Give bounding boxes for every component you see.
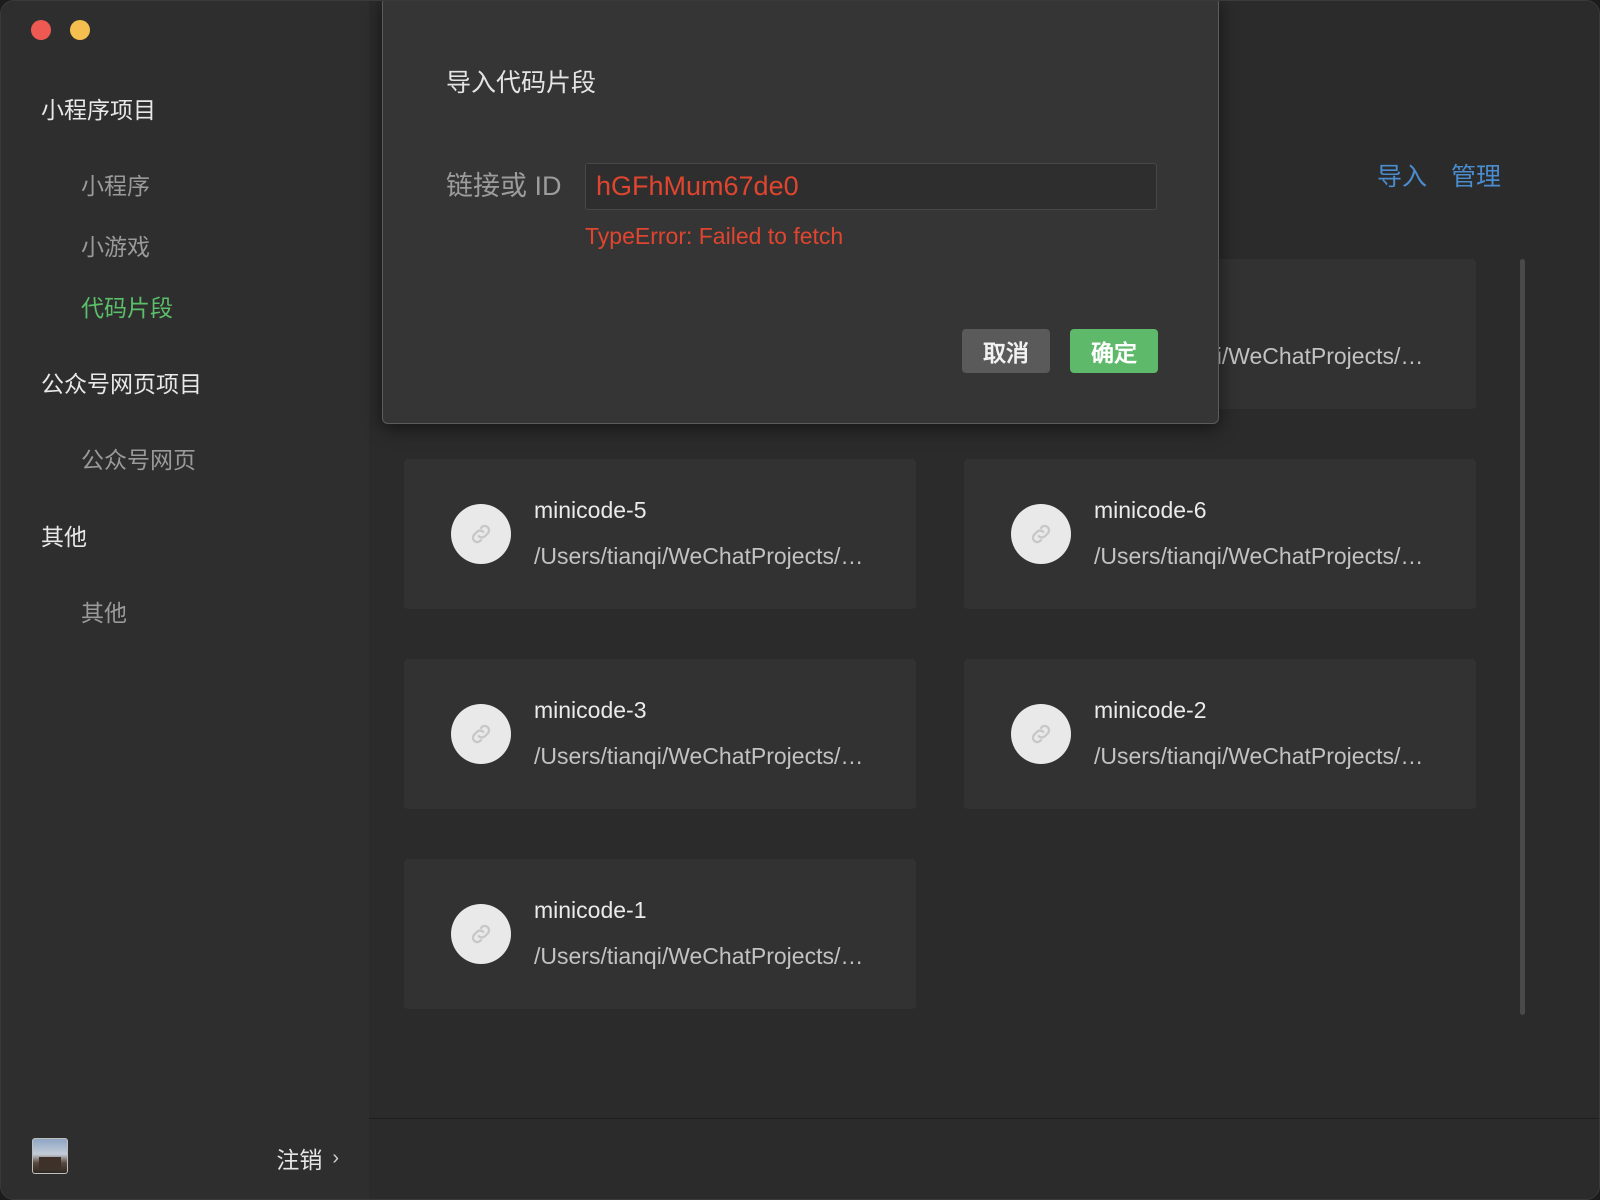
project-card[interactable]: minicode-1 /Users/tianqi/WeChatProjects/… (404, 859, 916, 1009)
section-title-other: 其他 (41, 524, 87, 550)
sidebar: 小程序项目 小程序 小游戏 代码片段 公众号网页项目 公众号网页 其他 其他 注… (1, 1, 369, 1199)
top-actions: 导入 管理 (1377, 157, 1501, 193)
sidebar-footer: 注销 › (1, 1117, 369, 1199)
sidebar-item-official-account-web[interactable]: 公众号网页 (81, 441, 196, 475)
minimize-window-icon[interactable] (70, 20, 90, 40)
logout-button[interactable]: 注销 › (276, 1141, 339, 1175)
project-path: /Users/tianqi/WeChatProjects/minicode-3 (534, 743, 874, 769)
import-snippet-dialog: 导入代码片段 链接或 ID TypeError: Failed to fetch… (382, 1, 1219, 424)
section-title-official-account: 公众号网页项目 (41, 371, 202, 397)
cancel-button[interactable]: 取消 (962, 329, 1050, 373)
manage-button[interactable]: 管理 (1451, 157, 1501, 193)
link-icon (1011, 704, 1071, 764)
project-card[interactable]: minicode-5 /Users/tianqi/WeChatProjects/… (404, 459, 916, 609)
import-button[interactable]: 导入 (1377, 157, 1427, 193)
sidebar-item-miniprogram[interactable]: 小程序 (81, 167, 150, 201)
link-or-id-input[interactable] (585, 163, 1157, 210)
project-path: /Users/tianqi/WeChatProjects/minicode-6 (1094, 543, 1434, 569)
dialog-title: 导入代码片段 (446, 69, 597, 97)
link-icon (451, 904, 511, 964)
project-path: /Users/tianqi/WeChatProjects/minicode-5 (534, 543, 874, 569)
project-path: /Users/tianqi/WeChatProjects/minicode-1 (534, 943, 874, 969)
sidebar-item-code-snippet[interactable]: 代码片段 (81, 289, 173, 323)
project-card[interactable]: minicode-2 /Users/tianqi/WeChatProjects/… (964, 659, 1476, 809)
project-name: minicode-1 (534, 897, 647, 923)
logout-label: 注销 (276, 1147, 323, 1173)
link-icon (451, 504, 511, 564)
avatar[interactable] (32, 1138, 68, 1174)
sidebar-item-minigame[interactable]: 小游戏 (81, 228, 150, 262)
project-card[interactable]: minicode-6 /Users/tianqi/WeChatProjects/… (964, 459, 1476, 609)
link-or-id-label: 链接或 ID (446, 171, 562, 201)
chevron-right-icon: › (332, 1146, 339, 1169)
confirm-button[interactable]: 确定 (1070, 329, 1158, 373)
error-message: TypeError: Failed to fetch (585, 223, 844, 249)
scrollbar[interactable] (1520, 259, 1525, 1015)
project-name: minicode-6 (1094, 497, 1207, 523)
sidebar-item-other[interactable]: 其他 (81, 594, 127, 628)
section-title-miniprogram: 小程序项目 (41, 97, 156, 123)
project-path: /Users/tianqi/WeChatProjects/minicode-2 (1094, 743, 1434, 769)
link-icon (451, 704, 511, 764)
close-window-icon[interactable] (31, 20, 51, 40)
main-footer (369, 1118, 1599, 1199)
project-name: minicode-3 (534, 697, 647, 723)
project-name: minicode-5 (534, 497, 647, 523)
project-card[interactable]: minicode-3 /Users/tianqi/WeChatProjects/… (404, 659, 916, 809)
link-icon (1011, 504, 1071, 564)
app-window: 小程序项目 小程序 小游戏 代码片段 公众号网页项目 公众号网页 其他 其他 注… (0, 0, 1600, 1200)
project-name: minicode-2 (1094, 697, 1207, 723)
window-controls (31, 20, 90, 40)
